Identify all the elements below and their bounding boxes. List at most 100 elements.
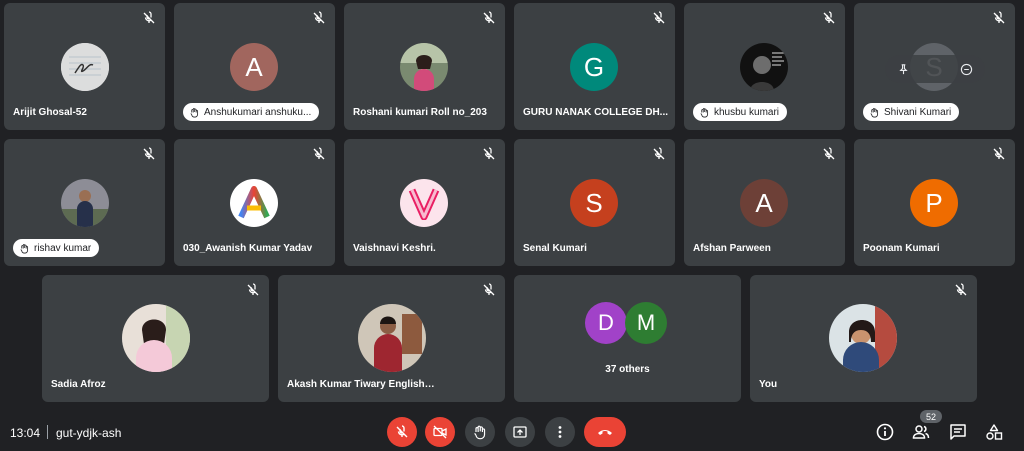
mic-toggle-button[interactable] [387, 417, 417, 447]
participant-name: Poonam Kumari [863, 243, 940, 254]
mic-off-icon [483, 283, 495, 296]
mic-off-icon [247, 283, 259, 296]
participant-tile[interactable]: Akash Kumar Tiwary English 2021-24 [278, 275, 505, 402]
people-icon [912, 425, 930, 439]
mic-off-icon [993, 147, 1005, 160]
letter-v-logo [408, 188, 440, 220]
others-count: 37 others [605, 364, 650, 375]
participant-tile[interactable]: S Shivani Kumari [854, 3, 1015, 130]
self-tile[interactable]: You [750, 275, 977, 402]
mic-off-icon [483, 147, 495, 160]
participant-name: Afshan Parween [693, 243, 771, 254]
participant-tile[interactable]: 030_Awanish Kumar Yadav [174, 139, 335, 266]
avatar [61, 43, 109, 91]
avatar [358, 304, 426, 372]
people-button[interactable] [911, 422, 931, 442]
raised-hand-badge: rishav kumar [13, 239, 100, 257]
participant-name: Sadia Afroz [51, 379, 106, 390]
mic-off-icon [483, 11, 495, 24]
participant-tile[interactable]: S Senal Kumari [514, 139, 675, 266]
mic-off-icon [653, 11, 665, 24]
avatar [829, 304, 897, 372]
pin-icon[interactable] [897, 63, 910, 76]
participant-tile[interactable]: G GURU NANAK COLLEGE DH... [514, 3, 675, 130]
more-options-icon [558, 426, 562, 438]
avatar: S [570, 179, 618, 227]
present-icon [513, 426, 527, 438]
camera-off-icon [433, 425, 447, 439]
participant-tile[interactable]: khusbu kumari [684, 3, 845, 130]
raised-hand-badge: Anshukumari anshuku... [183, 103, 320, 121]
avatar [400, 179, 448, 227]
others-tile[interactable]: D M 37 others [514, 275, 741, 402]
tile-hover-controls [885, 55, 985, 83]
participant-name: Vaishnavi Keshri. [353, 243, 436, 254]
avatar: P [910, 179, 958, 227]
avatar [230, 179, 278, 227]
raised-hand-badge: Shivani Kumari [863, 103, 960, 121]
raised-hand-badge: khusbu kumari [693, 103, 788, 121]
participant-tile[interactable]: A Anshukumari anshuku... [174, 3, 335, 130]
mic-off-icon [396, 425, 408, 438]
participant-tile[interactable]: Vaishnavi Keshri. [344, 139, 505, 266]
leave-call-icon [598, 430, 612, 435]
hand-icon [190, 107, 199, 117]
more-options-button[interactable] [545, 417, 575, 447]
remove-icon[interactable] [960, 63, 973, 76]
mic-off-icon [823, 11, 835, 24]
hand-icon [700, 107, 709, 117]
participant-tile[interactable]: Roshani kumari Roll no_203 [344, 3, 505, 130]
mic-off-icon [143, 147, 155, 160]
participant-name: Anshukumari anshuku... [204, 106, 312, 118]
activities-button[interactable] [984, 422, 1004, 442]
camera-toggle-button[interactable] [425, 417, 455, 447]
avatar [400, 43, 448, 91]
mic-off-icon [823, 147, 835, 160]
raise-hand-icon [474, 425, 486, 440]
raise-hand-button[interactable] [465, 417, 495, 447]
mic-off-icon [313, 147, 325, 160]
chat-icon [950, 424, 966, 440]
participant-name: 030_Awanish Kumar Yadav [183, 243, 313, 254]
avatar [740, 43, 788, 91]
bottom-bar: 13:04 gut-ydjk-ash 52 [0, 410, 1024, 451]
participant-name: Shivani Kumari [884, 106, 952, 118]
meeting-code: gut-ydjk-ash [56, 426, 122, 440]
participant-tile[interactable]: rishav kumar [4, 139, 165, 266]
activities-icon [986, 424, 1003, 440]
avatar [122, 304, 190, 372]
chat-button[interactable] [948, 422, 968, 442]
participant-name: Roshani kumari Roll no_203 [353, 107, 487, 118]
participant-name: GURU NANAK COLLEGE DH... [523, 107, 668, 118]
participant-name: Senal Kumari [523, 243, 587, 254]
meeting-details-button[interactable] [875, 422, 895, 442]
participant-name: You [759, 379, 778, 390]
participant-tile[interactable]: Sadia Afroz [42, 275, 269, 402]
avatar [61, 179, 109, 227]
avatar: D [585, 302, 627, 344]
mic-off-icon [653, 147, 665, 160]
hand-icon [20, 243, 29, 253]
avatar: A [740, 179, 788, 227]
mic-off-icon [955, 283, 967, 296]
participant-name: khusbu kumari [714, 106, 780, 118]
participant-name: rishav kumar [34, 242, 92, 254]
participant-tile[interactable]: P Poonam Kumari [854, 139, 1015, 266]
participant-tile[interactable]: Arijit Ghosal-52 [4, 3, 165, 130]
avatar: A [230, 43, 278, 91]
mic-off-icon [313, 11, 325, 24]
avatar: M [625, 302, 667, 344]
participant-tile[interactable]: A Afshan Parween [684, 139, 845, 266]
participant-name: Akash Kumar Tiwary English 2021-24 [287, 379, 437, 390]
avatar: G [570, 43, 618, 91]
info-icon [876, 423, 894, 441]
clock: 13:04 [10, 426, 41, 440]
mic-off-icon [993, 11, 1005, 24]
leave-call-button[interactable] [584, 417, 626, 447]
participant-name: Arijit Ghosal-52 [13, 107, 87, 118]
divider [47, 425, 48, 439]
letter-a-logo [238, 186, 270, 219]
hand-icon [870, 107, 879, 117]
present-button[interactable] [505, 417, 535, 447]
mic-off-icon [143, 11, 155, 24]
